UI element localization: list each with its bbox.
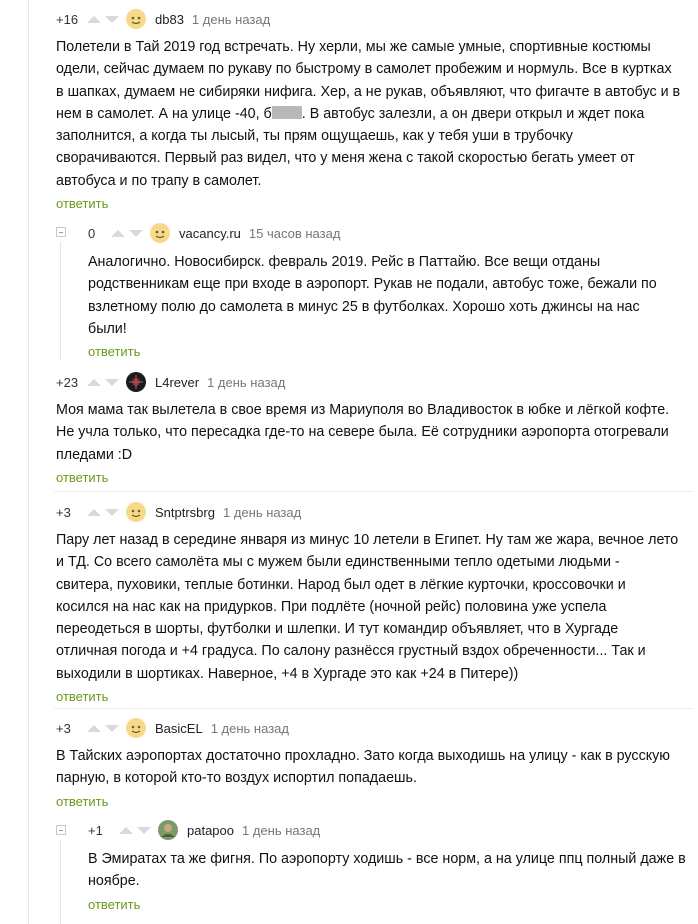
rating-value: +23	[56, 374, 79, 390]
text-line: В Эмиратах та же фигня. По аэропорту ход…	[88, 851, 686, 867]
downvote-icon	[105, 509, 119, 516]
comment-time[interactable]: 1 день назад	[223, 505, 301, 520]
thread-rail	[28, 0, 29, 924]
collapse-thread-button[interactable]	[56, 227, 66, 237]
comment-time[interactable]: 1 день назад	[192, 12, 270, 27]
upvote-icon	[87, 16, 101, 23]
text-line: свитера, пуховики, теплые ботинки. Народ…	[56, 576, 626, 593]
comment-header: +1 patapoo 1 день назад	[88, 820, 688, 840]
vote-arrows[interactable]	[110, 228, 144, 238]
censored-word	[271, 105, 302, 119]
rating-value: 0	[88, 225, 96, 241]
text-line: сворачиваются. Первый раз видел, что у м…	[56, 150, 635, 167]
smile-avatar-icon[interactable]	[150, 223, 170, 243]
text-line: одели, сейчас думаем по рукаву по быстро…	[56, 61, 672, 78]
text-line: и ТД. Со всего самолёта мы с мужем были …	[56, 554, 620, 571]
rating-value: +3	[56, 720, 71, 736]
reply-link[interactable]: ответить	[56, 689, 686, 704]
downvote-icon	[129, 230, 143, 237]
author-name[interactable]: db83	[155, 12, 184, 27]
text-line: в шапках, думаем не сибиряки нифига. Хер…	[56, 83, 681, 100]
text-line: заполнится, а когда ты лысый, ты прям ощ…	[56, 128, 573, 145]
collapse-thread-button[interactable]	[56, 825, 66, 835]
vote-arrows[interactable]	[86, 14, 120, 24]
comment-time[interactable]: 1 день назад	[242, 823, 320, 838]
upvote-icon	[119, 827, 133, 834]
comment-separator	[54, 708, 694, 709]
author-name[interactable]: BasicEL	[155, 721, 203, 736]
comment-header: +3 Sntptrsbrg 1 день назад	[56, 502, 686, 522]
comment-text: Пару лет назад в середине января из мину…	[56, 529, 686, 685]
comment-db83: +16 db83 1 день назад Полетели в Тай 201…	[56, 9, 686, 211]
smile-avatar-icon[interactable]	[126, 718, 146, 738]
text-line: пледами :D	[56, 446, 133, 463]
comment-time[interactable]: 1 день назад	[207, 375, 285, 390]
text-line: Пару лет назад в середине января из мину…	[56, 532, 679, 548]
author-name[interactable]: patapoo	[187, 823, 234, 838]
reply-rail	[60, 242, 61, 360]
text-line: ноябре.	[88, 873, 140, 890]
text-line: переодеться в шорты, футболки и шлепки. …	[56, 621, 619, 638]
text-line: взлетному полю до самолета в минус 25 в …	[88, 298, 640, 315]
text-line: родственникам еще при входе в аэропорт. …	[88, 276, 657, 293]
upvote-icon	[87, 509, 101, 516]
vote-arrows[interactable]	[118, 825, 152, 835]
comment-sntptrsbrg: +3 Sntptrsbrg 1 день назад Пару лет наза…	[56, 502, 686, 704]
text-line: автобуса и по трапу в самолет.	[56, 172, 262, 189]
text-line: косился на нас как на придурков. При под…	[56, 598, 607, 615]
author-name[interactable]: vacancy.ru	[179, 226, 241, 241]
reply-rail	[60, 840, 61, 924]
vote-arrows[interactable]	[86, 377, 120, 387]
comment-basicel: +3 BasicEL 1 день назад В Тайских аэропо…	[56, 718, 686, 809]
text-line: Полетели в Тай 2019 год встречать. Ну хе…	[56, 39, 651, 55]
smile-avatar-icon[interactable]	[126, 502, 146, 522]
downvote-icon	[105, 16, 119, 23]
comment-header: +16 db83 1 день назад	[56, 9, 686, 29]
rating-value: +16	[56, 11, 79, 27]
text-line: В Тайских аэропортах достаточно прохладн…	[56, 748, 671, 764]
reply-link[interactable]: ответить	[56, 196, 686, 211]
text-line: выходили в шортиках. Наверное, +4 в Хург…	[56, 665, 519, 682]
comment-text: Моя мама так вылетела в свое время из Ма…	[56, 399, 686, 466]
comment-vacancy: 0 vacancy.ru 15 часов назад Аналогично. …	[88, 223, 688, 359]
upvote-icon	[87, 379, 101, 386]
text-line: отличная погода и +4 градуса. По салону …	[56, 643, 646, 660]
vote-arrows[interactable]	[86, 723, 120, 733]
comment-separator	[54, 491, 694, 492]
smile-avatar-icon[interactable]	[126, 9, 146, 29]
reply-link[interactable]: ответить	[88, 344, 688, 359]
text-line: нем в самолет. А на улице -40, б. В авто…	[56, 105, 645, 122]
rating-value: +1	[88, 822, 103, 838]
comment-text: Полетели в Тай 2019 год встречать. Ну хе…	[56, 36, 686, 192]
author-name[interactable]: Sntptrsbrg	[155, 505, 215, 520]
comment-time[interactable]: 15 часов назад	[249, 226, 341, 241]
downvote-icon	[105, 379, 119, 386]
text-line: Не учла только, что пересадка где-то на …	[56, 424, 669, 441]
comment-text: В Тайских аэропортах достаточно прохладн…	[56, 745, 686, 790]
photo-avatar-icon[interactable]	[158, 820, 178, 840]
comment-header: 0 vacancy.ru 15 часов назад	[88, 223, 688, 243]
comment-patapoo: +1 patapoo 1 день назад В Эмиратах та же…	[88, 820, 688, 912]
dark-avatar-icon[interactable]	[126, 372, 146, 392]
downvote-icon	[137, 827, 151, 834]
rating-value: +3	[56, 504, 71, 520]
reply-link[interactable]: ответить	[56, 794, 686, 809]
comment-time[interactable]: 1 день назад	[211, 721, 289, 736]
downvote-icon	[105, 725, 119, 732]
reply-link[interactable]: ответить	[56, 470, 686, 485]
author-name[interactable]: L4rever	[155, 375, 199, 390]
comment-header: +23 L4rever 1 день назад	[56, 372, 686, 392]
upvote-icon	[111, 230, 125, 237]
text-line: Моя мама так вылетела в свое время из Ма…	[56, 402, 670, 418]
comment-text: В Эмиратах та же фигня. По аэропорту ход…	[88, 848, 688, 893]
text-line: парную, в которой кто-то воздух испортил…	[56, 770, 417, 787]
comment-l4rever: +23 L4rever 1 день назад Моя мама так вы…	[56, 372, 686, 485]
comment-header: +3 BasicEL 1 день назад	[56, 718, 686, 738]
reply-link[interactable]: ответить	[88, 897, 688, 912]
vote-arrows[interactable]	[86, 507, 120, 517]
text-line: были!	[88, 320, 127, 337]
text-line: Аналогично. Новосибирск. февраль 2019. Р…	[88, 254, 601, 270]
comment-text: Аналогично. Новосибирск. февраль 2019. Р…	[88, 251, 688, 340]
upvote-icon	[87, 725, 101, 732]
